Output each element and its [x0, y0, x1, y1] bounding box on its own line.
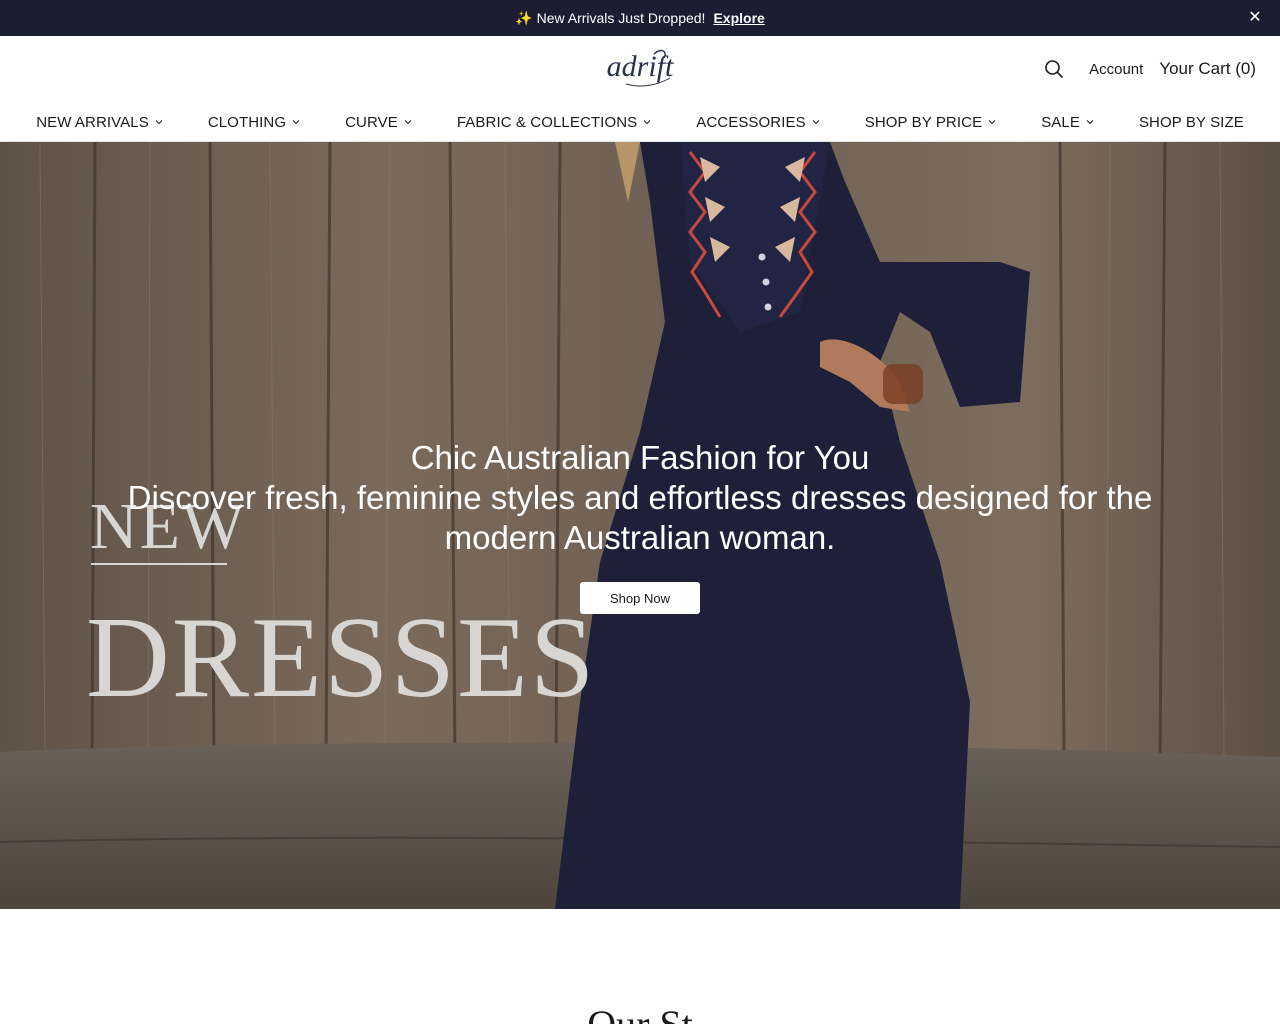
search-icon[interactable] [1043, 58, 1065, 80]
chevron-down-icon [812, 120, 820, 125]
nav-item-label: SHOP BY SIZE [1138, 113, 1244, 131]
hero-title: Chic Australian Fashion for You [410, 439, 870, 476]
nav-item-label: NEW ARRIVALS [36, 113, 149, 131]
cart-link[interactable]: Your Cart (0) [1159, 59, 1256, 79]
chevron-down-icon [1086, 120, 1094, 125]
nav-item-label: CLOTHING [207, 113, 287, 131]
nav-item-label: ACCESSORIES [696, 113, 806, 131]
chevron-down-icon [404, 120, 412, 125]
header-tools: Account Your Cart (0) [1043, 57, 1256, 81]
chevron-down-icon [643, 120, 651, 125]
nav-item-label: SHOP BY PRICE [864, 113, 983, 131]
nav-item-label: SALE [1041, 113, 1080, 131]
logo[interactable]: adrift [596, 44, 684, 92]
hero-banner: NEW DRESSES Chic Australian Fashion for … [0, 142, 1280, 909]
nav-item-shop-by-size[interactable]: SHOP BY SIZE [1139, 114, 1244, 131]
nav-item-clothing[interactable]: CLOTHING [208, 114, 301, 131]
site-header: adrift Account Your Cart (0) NEW ARRIVAL… [0, 36, 1280, 142]
hero-subtitle: Discover fresh, feminine styles and effo… [127, 479, 1153, 556]
section-heading: Our St [0, 1000, 1280, 1024]
main-nav: NEW ARRIVALS CLOTHING CURVE FABRIC & COL… [0, 110, 1280, 134]
nav-item-fabric-collections[interactable]: FABRIC & COLLECTIONS [457, 114, 652, 131]
nav-item-label: CURVE [345, 113, 398, 131]
hero-overlay-dresses: DRESSES [86, 594, 597, 722]
chevron-down-icon [155, 120, 163, 125]
explore-link[interactable]: Explore [713, 10, 764, 26]
svg-text:adrift: adrift [607, 50, 674, 83]
announcement-message: New Arrivals Just Dropped! [536, 10, 706, 26]
chevron-down-icon [988, 120, 996, 125]
nav-item-sale[interactable]: SALE [1041, 114, 1095, 131]
sparkles-icon: ✨ [515, 9, 533, 26]
nav-item-accessories[interactable]: ACCESSORIES [696, 114, 820, 131]
logo-wordmark: adrift [607, 49, 674, 87]
shop-now-button[interactable]: Shop Now [580, 582, 700, 614]
announcement-bar: ✨ New Arrivals Just Dropped! Explore ✕ [0, 0, 1280, 36]
nav-item-new-arrivals[interactable]: NEW ARRIVALS [36, 114, 164, 131]
chevron-down-icon [292, 120, 300, 125]
nav-item-shop-by-price[interactable]: SHOP BY PRICE [865, 114, 997, 131]
hero-overlay-rule [91, 563, 227, 565]
nav-item-label: FABRIC & COLLECTIONS [456, 113, 638, 131]
nav-item-curve[interactable]: CURVE [345, 114, 413, 131]
close-icon[interactable]: ✕ [1246, 9, 1264, 27]
account-link[interactable]: Account [1089, 61, 1143, 78]
